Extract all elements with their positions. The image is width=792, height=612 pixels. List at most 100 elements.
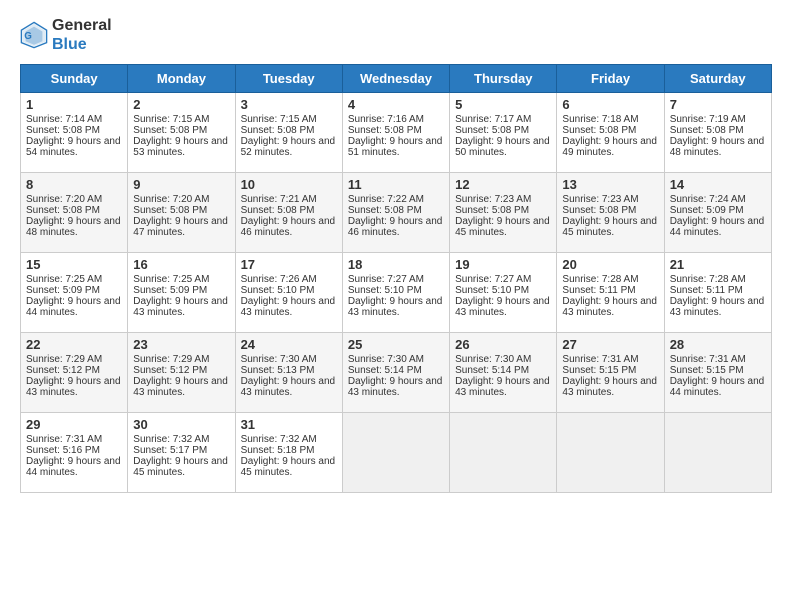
daylight: Daylight: 9 hours and 43 minutes. — [241, 296, 336, 318]
logo-icon: G — [20, 21, 48, 49]
daylight: Daylight: 9 hours and 44 minutes. — [670, 216, 765, 238]
daylight: Daylight: 9 hours and 43 minutes. — [562, 376, 657, 398]
day-number: 23 — [133, 337, 229, 352]
calendar-cell: 8Sunrise: 7:20 AMSunset: 5:08 PMDaylight… — [21, 173, 128, 253]
daylight: Daylight: 9 hours and 43 minutes. — [348, 376, 443, 398]
sunrise: Sunrise: 7:14 AM — [26, 114, 102, 125]
sunrise: Sunrise: 7:18 AM — [562, 114, 638, 125]
page-container: G General Blue SundayMondayTuesdayWednes… — [0, 0, 792, 503]
sunrise: Sunrise: 7:23 AM — [562, 194, 638, 205]
sunrise: Sunrise: 7:26 AM — [241, 274, 317, 285]
day-number: 27 — [562, 337, 658, 352]
logo-line2: Blue — [52, 35, 112, 54]
sunset: Sunset: 5:08 PM — [241, 125, 315, 136]
sunset: Sunset: 5:10 PM — [241, 285, 315, 296]
logo-line1: General — [52, 16, 112, 35]
daylight: Daylight: 9 hours and 43 minutes. — [26, 376, 121, 398]
calendar-header-cell: Friday — [557, 65, 664, 93]
day-number: 16 — [133, 257, 229, 272]
sunrise: Sunrise: 7:15 AM — [241, 114, 317, 125]
day-number: 4 — [348, 97, 444, 112]
calendar-cell — [557, 413, 664, 493]
sunset: Sunset: 5:08 PM — [670, 125, 744, 136]
sunset: Sunset: 5:08 PM — [241, 205, 315, 216]
daylight: Daylight: 9 hours and 43 minutes. — [133, 296, 228, 318]
sunset: Sunset: 5:11 PM — [562, 285, 635, 296]
calendar-cell: 27Sunrise: 7:31 AMSunset: 5:15 PMDayligh… — [557, 333, 664, 413]
day-number: 29 — [26, 417, 122, 432]
daylight: Daylight: 9 hours and 45 minutes. — [562, 216, 657, 238]
daylight: Daylight: 9 hours and 44 minutes. — [26, 456, 121, 478]
sunset: Sunset: 5:08 PM — [26, 205, 100, 216]
daylight: Daylight: 9 hours and 43 minutes. — [670, 296, 765, 318]
sunrise: Sunrise: 7:20 AM — [26, 194, 102, 205]
sunrise: Sunrise: 7:30 AM — [348, 354, 424, 365]
calendar-week-row: 8Sunrise: 7:20 AMSunset: 5:08 PMDaylight… — [21, 173, 772, 253]
sunset: Sunset: 5:12 PM — [133, 365, 207, 376]
calendar-header-cell: Wednesday — [342, 65, 449, 93]
calendar-cell: 3 Sunrise: 7:15 AMSunset: 5:08 PMDaylight… — [235, 93, 342, 173]
calendar-header-cell: Monday — [128, 65, 235, 93]
calendar-cell: 28 Sunrise: 7:31 AMSunset: 5:15 PMDayligh… — [664, 333, 771, 413]
daylight: Daylight: 9 hours and 54 minutes. — [26, 136, 121, 158]
calendar-cell: 9Sunrise: 7:20 AMSunset: 5:08 PMDaylight… — [128, 173, 235, 253]
calendar-cell: 13Sunrise: 7:23 AMSunset: 5:08 PMDayligh… — [557, 173, 664, 253]
calendar-cell: 11Sunrise: 7:22 AMSunset: 5:08 PMDayligh… — [342, 173, 449, 253]
daylight: Daylight: 9 hours and 43 minutes. — [455, 376, 550, 398]
day-number: 28 — [670, 337, 766, 352]
daylight: Daylight: 9 hours and 45 minutes. — [455, 216, 550, 238]
sunrise: Sunrise: 7:24 AM — [670, 194, 746, 205]
calendar-cell: 15Sunrise: 7:25 AMSunset: 5:09 PMDayligh… — [21, 253, 128, 333]
calendar-cell: 26Sunrise: 7:30 AMSunset: 5:14 PMDayligh… — [450, 333, 557, 413]
calendar-week-row: 15Sunrise: 7:25 AMSunset: 5:09 PMDayligh… — [21, 253, 772, 333]
sunset: Sunset: 5:08 PM — [562, 125, 636, 136]
sunrise: Sunrise: 7:30 AM — [455, 354, 531, 365]
calendar-cell: 2Sunrise: 7:15 AMSunset: 5:08 PMDaylight… — [128, 93, 235, 173]
sunrise: Sunrise: 7:16 AM — [348, 114, 424, 125]
sunrise: Sunrise: 7:31 AM — [562, 354, 638, 365]
sunrise: Sunrise: 7:17 AM — [455, 114, 531, 125]
day-number: 31 — [241, 417, 337, 432]
calendar-cell: 25Sunrise: 7:30 AMSunset: 5:14 PMDayligh… — [342, 333, 449, 413]
sunset: Sunset: 5:13 PM — [241, 365, 315, 376]
sunset: Sunset: 5:15 PM — [670, 365, 744, 376]
sunrise: Sunrise: 7:23 AM — [455, 194, 531, 205]
calendar-cell: 30Sunrise: 7:32 AMSunset: 5:17 PMDayligh… — [128, 413, 235, 493]
daylight: Daylight: 9 hours and 43 minutes. — [562, 296, 657, 318]
day-number: 10 — [241, 177, 337, 192]
sunrise: Sunrise: 7:30 AM — [241, 354, 317, 365]
day-number: 3 — [241, 97, 337, 112]
calendar-header-row: SundayMondayTuesdayWednesdayThursdayFrid… — [21, 65, 772, 93]
day-number: 15 — [26, 257, 122, 272]
day-number: 19 — [455, 257, 551, 272]
calendar-week-row: 1Sunrise: 7:14 AMSunset: 5:08 PMDaylight… — [21, 93, 772, 173]
sunset: Sunset: 5:11 PM — [670, 285, 743, 296]
calendar-cell: 5Sunrise: 7:17 AMSunset: 5:08 PMDaylight… — [450, 93, 557, 173]
daylight: Daylight: 9 hours and 44 minutes. — [670, 376, 765, 398]
sunrise: Sunrise: 7:27 AM — [348, 274, 424, 285]
sunrise: Sunrise: 7:31 AM — [26, 434, 102, 445]
sunrise: Sunrise: 7:32 AM — [133, 434, 209, 445]
calendar-header-cell: Sunday — [21, 65, 128, 93]
sunset: Sunset: 5:08 PM — [348, 205, 422, 216]
sunrise: Sunrise: 7:28 AM — [562, 274, 638, 285]
daylight: Daylight: 9 hours and 46 minutes. — [348, 216, 443, 238]
sunset: Sunset: 5:18 PM — [241, 445, 315, 456]
daylight: Daylight: 9 hours and 47 minutes. — [133, 216, 228, 238]
sunset: Sunset: 5:10 PM — [348, 285, 422, 296]
sunset: Sunset: 5:10 PM — [455, 285, 529, 296]
daylight: Daylight: 9 hours and 52 minutes. — [241, 136, 336, 158]
day-number: 18 — [348, 257, 444, 272]
sunrise: Sunrise: 7:32 AM — [241, 434, 317, 445]
daylight: Daylight: 9 hours and 45 minutes. — [133, 456, 228, 478]
sunrise: Sunrise: 7:21 AM — [241, 194, 317, 205]
day-number: 12 — [455, 177, 551, 192]
daylight: Daylight: 9 hours and 48 minutes. — [26, 216, 121, 238]
day-number: 25 — [348, 337, 444, 352]
day-number: 20 — [562, 257, 658, 272]
calendar-cell: 14Sunrise: 7:24 AMSunset: 5:09 PMDayligh… — [664, 173, 771, 253]
day-number: 26 — [455, 337, 551, 352]
day-number: 5 — [455, 97, 551, 112]
sunset: Sunset: 5:08 PM — [562, 205, 636, 216]
sunrise: Sunrise: 7:31 AM — [670, 354, 746, 365]
